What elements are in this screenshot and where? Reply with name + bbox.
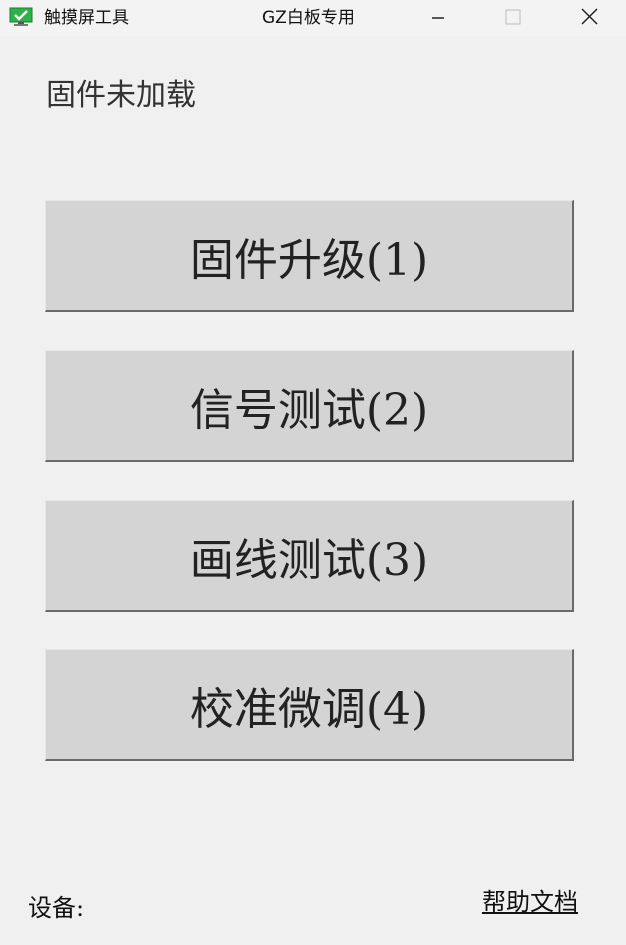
close-button[interactable] bbox=[560, 0, 620, 36]
firmware-upgrade-button[interactable]: 固件升级(1) bbox=[45, 200, 574, 312]
signal-test-button[interactable]: 信号测试(2) bbox=[45, 350, 574, 462]
minimize-icon bbox=[432, 17, 444, 19]
line-draw-test-button[interactable]: 画线测试(3) bbox=[45, 500, 574, 612]
minimize-button[interactable] bbox=[408, 0, 468, 36]
close-icon bbox=[581, 8, 598, 25]
app-name: 触摸屏工具 bbox=[44, 8, 129, 28]
window-title: GZ白板专用 bbox=[262, 8, 355, 28]
device-label: 设备: bbox=[28, 894, 85, 922]
monitor-check-icon bbox=[9, 7, 33, 27]
firmware-status: 固件未加载 bbox=[46, 78, 196, 113]
maximize-icon bbox=[505, 9, 521, 25]
title-bar: 触摸屏工具 GZ白板专用 bbox=[0, 0, 626, 36]
maximize-button[interactable] bbox=[484, 0, 544, 36]
calibration-adjust-button[interactable]: 校准微调(4) bbox=[45, 649, 574, 761]
help-docs-link[interactable]: 帮助文档 bbox=[482, 886, 578, 918]
